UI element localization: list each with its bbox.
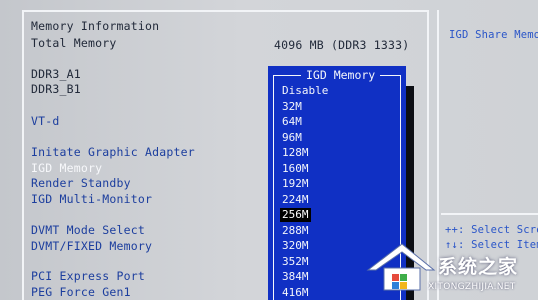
popup-option[interactable]: 384M	[282, 270, 309, 284]
dvmt-fixed-memory-setting[interactable]: DVMT/FIXED Memory	[31, 239, 152, 253]
popup-option[interactable]: 416M	[282, 286, 309, 300]
igd-multi-monitor-setting[interactable]: IGD Multi-Monitor	[31, 192, 152, 206]
pci-express-port-setting[interactable]: PCI Express Port	[31, 269, 145, 283]
bios-screen: Memory Information Total Memory 4096 MB …	[0, 0, 538, 300]
watermark-url: XITONGZHIJIA.NET	[428, 282, 516, 292]
watermark-text: 系统之家	[438, 256, 519, 278]
help-title: IGD Share Memor	[449, 29, 538, 41]
render-standby-setting[interactable]: Render Standby	[31, 176, 131, 190]
popup-option[interactable]: 128M	[282, 146, 309, 160]
popup-option[interactable]: Disable	[282, 84, 328, 98]
help-panel-separator	[441, 213, 538, 215]
igd-memory-setting[interactable]: IGD Memory	[31, 161, 102, 175]
total-memory-value: 4096 MB (DDR3 1333)	[274, 38, 410, 52]
peg-force-gen1-setting[interactable]: PEG Force Gen1	[31, 285, 131, 299]
ddr3-b1-label: DDR3_B1	[31, 82, 81, 96]
ddr3-a1-label: DDR3_A1	[31, 67, 81, 81]
popup-option[interactable]: 192M	[282, 177, 309, 191]
popup-option[interactable]: 64M	[282, 115, 302, 129]
popup-option[interactable]: 352M	[282, 255, 309, 269]
popup-option[interactable]: 320M	[282, 239, 309, 253]
section-title: Memory Information	[31, 19, 160, 33]
vtd-setting[interactable]: VT-d	[31, 114, 60, 128]
popup-option[interactable]: 32M	[282, 100, 302, 114]
dvmt-mode-select-setting[interactable]: DVMT Mode Select	[31, 223, 145, 237]
initiate-graphic-adapter-setting[interactable]: Initate Graphic Adapter	[31, 145, 195, 159]
total-memory-label: Total Memory	[31, 36, 117, 50]
popup-option[interactable]: 160M	[282, 162, 309, 176]
popup-option[interactable]: 96M	[282, 131, 302, 145]
popup-title: IGD Memory	[301, 68, 381, 82]
popup-option[interactable]: 288M	[282, 224, 309, 238]
watermark: 系统之家 XITONGZHIJIA.NET	[362, 234, 538, 300]
popup-option[interactable]: 224M	[282, 193, 309, 207]
popup-option-selected[interactable]: 256M	[280, 208, 311, 222]
